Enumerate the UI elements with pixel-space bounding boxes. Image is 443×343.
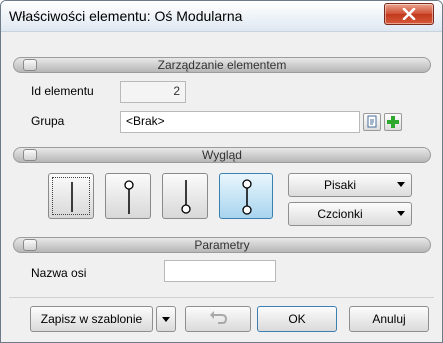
- fonts-dropdown-button[interactable]: Czcionki: [288, 202, 412, 226]
- style-top-circle-line[interactable]: [105, 173, 151, 219]
- both-circles-line-icon: [242, 179, 252, 215]
- window-title: Właściwości elementu: Oś Modularna: [9, 8, 243, 24]
- section-header-appearance[interactable]: Wygląd: [13, 147, 431, 163]
- style-both-circles-line[interactable]: [219, 173, 273, 219]
- chevron-down-icon: [397, 182, 405, 187]
- save-template-dropdown-button[interactable]: [156, 306, 176, 332]
- undo-button[interactable]: [185, 306, 251, 332]
- id-label: Id elementu: [31, 84, 94, 98]
- id-field: 2: [120, 81, 186, 103]
- add-group-button[interactable]: [384, 113, 402, 131]
- cancel-button[interactable]: Anuluj: [349, 306, 429, 332]
- section-header-management[interactable]: Zarządzanie elementem: [13, 57, 431, 73]
- chevron-down-icon: [162, 317, 170, 322]
- undo-icon: [210, 311, 228, 324]
- section-title-appearance: Wygląd: [202, 148, 242, 162]
- chevron-down-icon: [397, 211, 405, 216]
- section-header-parameters[interactable]: Parametry: [13, 237, 431, 253]
- bottom-circle-line-icon: [181, 180, 191, 214]
- axis-name-label: Nazwa osi: [31, 266, 87, 280]
- save-template-button[interactable]: Zapisz w szablonie: [30, 306, 153, 332]
- footer-divider: [9, 297, 434, 298]
- properties-dialog: Właściwości elementu: Oś Modularna Zarzą…: [0, 0, 443, 343]
- group-label: Grupa: [31, 114, 65, 128]
- plain-line-icon: [71, 182, 73, 212]
- section-title-parameters: Parametry: [194, 238, 250, 252]
- add-icon: [387, 116, 399, 128]
- title-bar[interactable]: Właściwości elementu: Oś Modularna: [1, 1, 442, 32]
- group-field[interactable]: <Brak>: [120, 111, 360, 133]
- style-plain-line[interactable]: [48, 173, 94, 219]
- section-title-management: Zarządzanie elementem: [157, 58, 287, 72]
- fonts-button-label: Czcionki: [317, 207, 363, 221]
- style-bottom-circle-line[interactable]: [162, 173, 208, 219]
- pens-button-label: Pisaki: [323, 178, 356, 192]
- close-icon: [402, 8, 416, 20]
- top-circle-line-icon: [124, 180, 134, 214]
- close-button[interactable]: [384, 3, 434, 25]
- edit-group-button[interactable]: [363, 113, 381, 131]
- ok-button[interactable]: OK: [257, 306, 337, 332]
- axis-name-field[interactable]: [164, 260, 276, 282]
- pens-dropdown-button[interactable]: Pisaki: [288, 173, 412, 197]
- edit-group-icon: [367, 115, 377, 128]
